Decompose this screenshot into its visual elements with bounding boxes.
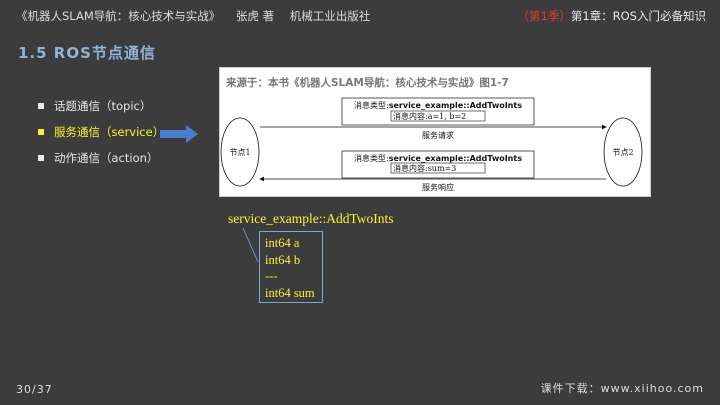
bullet-square-icon <box>38 155 44 161</box>
service-diagram: 节点1 节点2 消息类型:service_example::AddTwoInts… <box>220 97 643 192</box>
srv-line: int64 sum <box>265 285 315 300</box>
page-number: 30/37 <box>16 383 53 396</box>
bullet-label: 话题通信（topic） <box>54 99 152 113</box>
srv-line: int64 b <box>265 252 301 267</box>
bullet-square-icon <box>38 129 44 135</box>
node1-label: 节点1 <box>229 148 250 157</box>
book-title: 《机器人SLAM导航：核心技术与实战》 <box>16 9 221 23</box>
request-content: 消息内容:a=1, b=2 <box>393 111 466 121</box>
top-bar: 《机器人SLAM导航：核心技术与实战》 张虎 著 机械工业出版社 （第1季）第1… <box>0 0 720 32</box>
bullet-list: 话题通信（topic） 服务通信（service） 动作通信（action） <box>38 98 164 176</box>
request-type: 消息类型:service_example::AddTwoInts <box>354 100 522 110</box>
request-label: 服务请求 <box>422 130 454 140</box>
bullet-square-icon <box>38 103 44 109</box>
bullet-action: 动作通信（action） <box>38 150 164 176</box>
bullet-service: 服务通信（service） <box>38 124 164 150</box>
bullet-label: 动作通信（action） <box>54 151 159 165</box>
service-figure: 来源于：本书《机器人SLAM导航：核心技术与实战》图1-7 节点1 节点2 消息… <box>219 67 651 197</box>
service-def-title: service_example::AddTwoInts <box>228 211 394 226</box>
season-label: （第1季） <box>517 9 571 23</box>
response-label: 服务响应 <box>422 182 454 192</box>
author: 张虎 著 <box>235 9 275 23</box>
response-content: 消息内容:sum=3 <box>393 163 456 173</box>
chapter-label: 第1章：ROS入门必备知识 <box>570 9 706 23</box>
bullet-topic: 话题通信（topic） <box>38 98 164 124</box>
book-info: 《机器人SLAM导航：核心技术与实战》 张虎 著 机械工业出版社 <box>16 8 382 24</box>
publisher: 机械工业出版社 <box>289 9 371 23</box>
srv-line: --- <box>265 269 278 283</box>
srv-line: int64 a <box>265 236 300 250</box>
section-title: 1.5 ROS节点通信 <box>18 44 156 62</box>
chapter-info: （第1季）第1章：ROS入门必备知识 <box>518 8 707 24</box>
right-arrow-icon <box>160 125 198 143</box>
node2-label: 节点2 <box>612 148 633 157</box>
response-type: 消息类型:service_example::AddTwoInts <box>354 153 522 163</box>
service-def-box: int64 a int64 b --- int64 sum <box>259 231 323 303</box>
bullet-label: 服务通信（service） <box>54 125 165 139</box>
download-link[interactable]: 课件下载：www.xiihoo.com <box>541 380 704 396</box>
